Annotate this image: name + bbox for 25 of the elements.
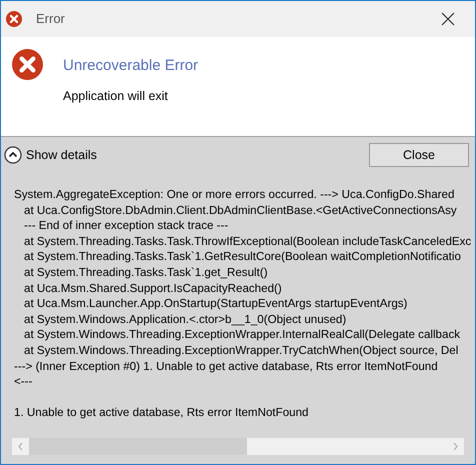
show-details-toggle[interactable]: Show details (4, 146, 97, 164)
window-title: Error (36, 10, 65, 28)
error-heading: Unrecoverable Error (63, 56, 198, 76)
stack-trace-line: --- End of inner exception stack trace --- (23, 218, 228, 234)
close-icon[interactable] (441, 12, 455, 26)
stack-trace-line: at Uca.Msm.Shared.Support.IsCapacityReached() (23, 280, 282, 296)
stack-trace-line: at System.Windows.Threading.ExceptionWrapper.InternalRealCall(Delegate callback (23, 327, 460, 343)
stack-trace-line: ---> (Inner Exception #0) 1. Unable to get active database, Rts error ItemNotFound (14, 358, 438, 374)
horizontal-scrollbar[interactable] (12, 438, 464, 455)
error-icon (6, 11, 22, 27)
stack-trace-line: at Uca.Msm.Launcher.App.OnStartup(StartupEventArgs startupEventArgs) (23, 296, 408, 312)
error-icon (12, 49, 43, 80)
error-message: Application will exit (63, 88, 169, 105)
chevron-icon (4, 146, 22, 164)
stack-trace-line: at Uca.ConfigStore.DbAdmin.Client.DbAdminClientBase.<GetActiveConnectionsAsy (23, 202, 457, 218)
stack-trace-line: System.AggregateException: One or more errors occurred. ---> Uca.ConfigDo.Shared (14, 187, 454, 203)
scroll-thumb[interactable] (29, 438, 247, 455)
close-button[interactable]: Close (369, 143, 469, 167)
stack-trace-line: at System.Windows.Threading.ExceptionWrapper.TryCatchWhen(Object source, Del (23, 342, 458, 359)
stack-trace-line: at System.Windows.Application.<.ctor>b__1_0(Object unused) (23, 312, 346, 328)
error-summary: 1. Unable to get active database, Rts error ItemNotFound (14, 405, 309, 421)
stack-trace-line: <--- (14, 374, 32, 390)
stack-trace-line: at System.Threading.Tasks.Task`1.get_Result() (23, 264, 268, 281)
stack-trace-line: at System.Threading.Tasks.Task`1.GetResultCore(Boolean waitCompletionNotificatio (23, 249, 461, 265)
stack-trace-line: at System.Threading.Tasks.Task.ThrowIfExceptional(Boolean includeTaskCanceledExc (23, 234, 472, 250)
